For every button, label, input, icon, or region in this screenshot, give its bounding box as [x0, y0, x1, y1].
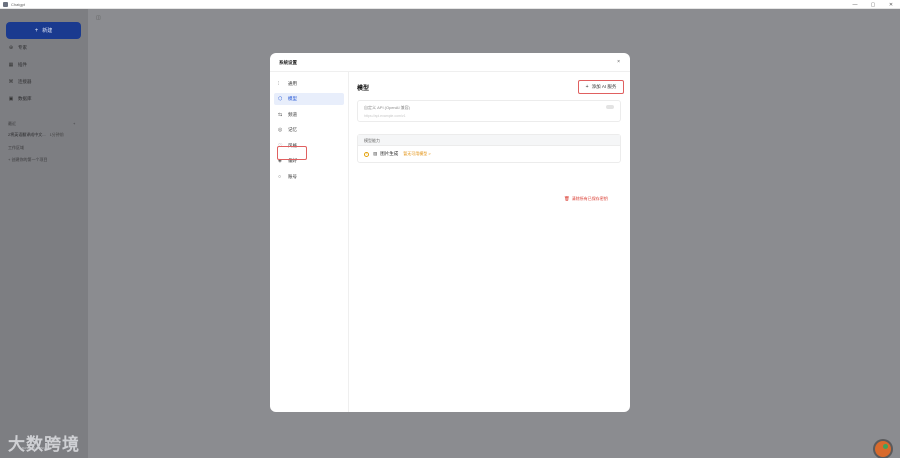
grid-icon: ▦ [8, 62, 14, 68]
settings-nav-label: 模型 [288, 96, 297, 101]
trash-icon: 🗑 [564, 196, 570, 201]
conversation-time: 1分钟前 [49, 132, 64, 137]
cube-icon: ⬡ [278, 96, 283, 102]
capability-header-label: 模型能力 [364, 138, 380, 143]
clear-keys-label: 清除所有已保存密钥 [571, 196, 608, 201]
settings-nav: ⫶ 通用 ⬡ 模型 ⇆ 频道 ◎ 记忆 ♡ 风格 ◈ 偏好 ○ 账号 [270, 72, 349, 412]
watermark-subtext: DASHUKUAJING [22, 446, 46, 450]
settings-nav-general[interactable]: ⫶ 通用 [274, 78, 344, 90]
modal-title: 系统设置 [279, 60, 297, 65]
settings-content: 模型 + 添加 AI 服务 自定义 API (OpenAI 兼容) https:… [349, 72, 630, 412]
no-model-link[interactable]: 暂无可用模型 > [403, 151, 430, 157]
image-icon: ▨ [373, 151, 378, 156]
content-title: 模型 [357, 86, 370, 92]
window-title: Chatgpt [11, 1, 26, 7]
watermark-logo: 大数跨境 [8, 435, 80, 454]
sidebar-item-label: 专家 [18, 45, 27, 50]
add-ai-service-label: 添加 AI 服务 [591, 84, 617, 89]
sidebar: + 新建 ⊕ 专家 ▦ 插件 ⌘ 连接器 ▣ 数据库 最近 + 2将英语翻译成中… [0, 9, 88, 458]
channel-icon: ⇆ [278, 112, 283, 118]
settings-nav-label: 通用 [288, 81, 297, 86]
assistant-fab-icon[interactable] [875, 441, 891, 457]
plus-icon: + [34, 27, 39, 34]
settings-nav-label: 频道 [288, 112, 297, 117]
conversation-item[interactable]: 2将英语翻译成中文... 1分钟前 [8, 132, 64, 138]
account-icon: ○ [278, 174, 282, 180]
link-icon: ⌘ [8, 79, 14, 85]
settings-nav-account[interactable]: ○ 账号 [274, 171, 344, 183]
settings-nav-label: 记忆 [288, 127, 297, 132]
memory-icon: ◎ [278, 127, 283, 133]
sidebar-item-label: 连接器 [18, 79, 32, 84]
settings-nav-channel[interactable]: ⇆ 频道 [274, 109, 344, 121]
close-window-icon[interactable]: ✕ [882, 0, 900, 9]
plus-icon: + [585, 84, 589, 90]
sidebar-item-experts[interactable]: ⊕ 专家 [8, 45, 27, 51]
calendar-icon: ▣ [8, 96, 14, 102]
app-logo-icon [3, 1, 8, 7]
settings-nav-model[interactable]: ⬡ 模型 [274, 93, 344, 105]
close-icon[interactable]: × [617, 59, 620, 65]
sidebar-item-connectors[interactable]: ⌘ 连接器 [8, 79, 32, 85]
maximize-icon[interactable]: ▢ [864, 0, 882, 9]
create-project-link[interactable]: + 创建你的第一个项目 [8, 157, 47, 163]
settings-nav-memory[interactable]: ◎ 记忆 [274, 124, 344, 136]
sidebar-item-label: 数据库 [18, 96, 32, 101]
sidebar-item-plugins[interactable]: ▦ 插件 [8, 62, 27, 68]
modal-header: 系统设置 × [270, 53, 630, 72]
sidebar-item-label: 插件 [18, 62, 27, 67]
add-section-icon[interactable]: + [73, 121, 75, 126]
capability-row: ! ▨ 图片生成 暂无可用模型 > [364, 151, 431, 157]
settings-modal: 系统设置 × ⫶ 通用 ⬡ 模型 ⇆ 频道 ◎ 记忆 ♡ 风格 ◈ 偏好 ○ 账 [270, 53, 630, 412]
clear-keys-link[interactable]: 🗑 清除所有已保存密钥 [564, 196, 608, 202]
warning-icon: ! [364, 151, 369, 157]
custom-api-card: 自定义 API (OpenAI 兼容) https://api.example.… [357, 100, 621, 122]
custom-api-input[interactable]: https://api.example.com/v1 [364, 114, 406, 118]
sidebar-item-database[interactable]: ▣ 数据库 [8, 96, 32, 102]
settings-nav-label: 账号 [288, 174, 297, 179]
compass-icon: ⊕ [8, 45, 14, 51]
window-controls: — ▢ ✕ [846, 0, 900, 9]
capability-header: 模型能力 [358, 135, 620, 146]
workspace-label: 工作区域 [8, 145, 24, 150]
active-nav-highlight [277, 146, 307, 160]
recent-section-label: 最近 [8, 121, 16, 126]
new-chat-button[interactable]: + 新建 [6, 22, 81, 39]
capability-card: 模型能力 ! ▨ 图片生成 暂无可用模型 > [357, 134, 621, 163]
custom-api-label: 自定义 API (OpenAI 兼容) [364, 105, 411, 110]
add-ai-service-button[interactable]: + 添加 AI 服务 [578, 80, 624, 94]
capability-label: 图片生成 [380, 151, 399, 156]
custom-api-toggle[interactable] [606, 105, 614, 109]
sidebar-toggle-icon[interactable]: ◫ [96, 15, 101, 21]
new-chat-label: 新建 [42, 28, 53, 34]
conversation-title: 2将英语翻译成中文... [8, 132, 46, 137]
minimize-icon[interactable]: — [846, 0, 864, 9]
sliders-icon: ⫶ [278, 81, 280, 87]
window-titlebar: Chatgpt — ▢ ✕ [0, 0, 900, 9]
